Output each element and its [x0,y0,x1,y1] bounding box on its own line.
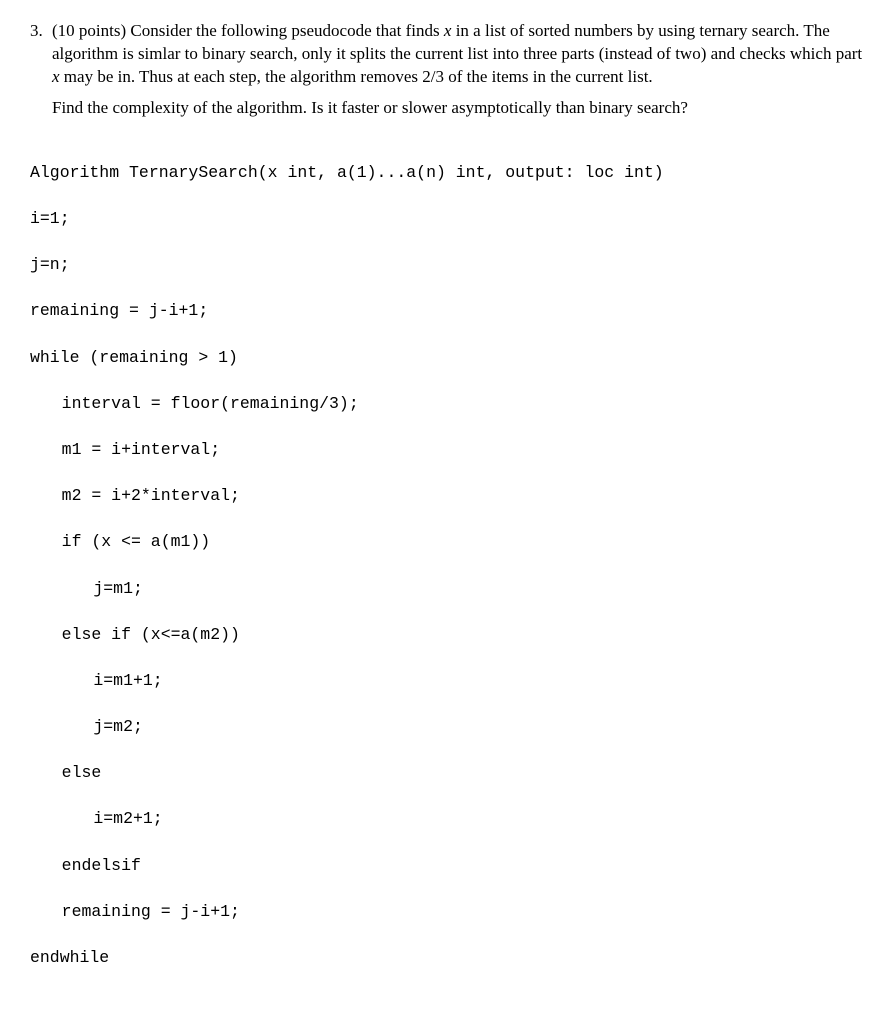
code-line: j=n; [30,253,865,276]
code-line: i=m2+1; [30,807,865,830]
problem-container: 3. (10 points) Consider the following ps… [30,20,865,1015]
code-line: endwhile [30,946,865,969]
code-line: j=m2; [30,715,865,738]
code-line: i=1; [30,207,865,230]
problem-body: (10 points) Consider the following pseud… [52,20,865,1015]
intro-text-1: Consider the following pseudocode that f… [130,21,439,40]
code-line: interval = floor(remaining/3); [30,392,865,415]
code-line: remaining = j-i+1; [30,299,865,322]
variable-x-1: x [444,21,452,40]
code-line: m2 = i+2*interval; [30,484,865,507]
code-line: j=m1; [30,577,865,600]
intro-text-3: may be in. Thus at each step, the algori… [64,67,653,86]
code-block: Algorithm TernarySearch(x int, a(1)...a(… [30,138,865,1016]
code-line: remaining = j-i+1; [30,900,865,923]
code-line: else [30,761,865,784]
code-line: else if (x<=a(m2)) [30,623,865,646]
variable-x-2: x [52,67,60,86]
question-text: Find the complexity of the algorithm. Is… [52,97,865,120]
problem-intro-para: (10 points) Consider the following pseud… [52,20,865,89]
code-line: endelsif [30,854,865,877]
problem-number: 3. [30,20,52,43]
code-line: while (remaining > 1) [30,346,865,369]
code-line: i=m1+1; [30,669,865,692]
code-line: if (x <= a(m1)) [30,530,865,553]
code-line: Algorithm TernarySearch(x int, a(1)...a(… [30,161,865,184]
points-label: (10 points) [52,21,126,40]
code-line: m1 = i+interval; [30,438,865,461]
